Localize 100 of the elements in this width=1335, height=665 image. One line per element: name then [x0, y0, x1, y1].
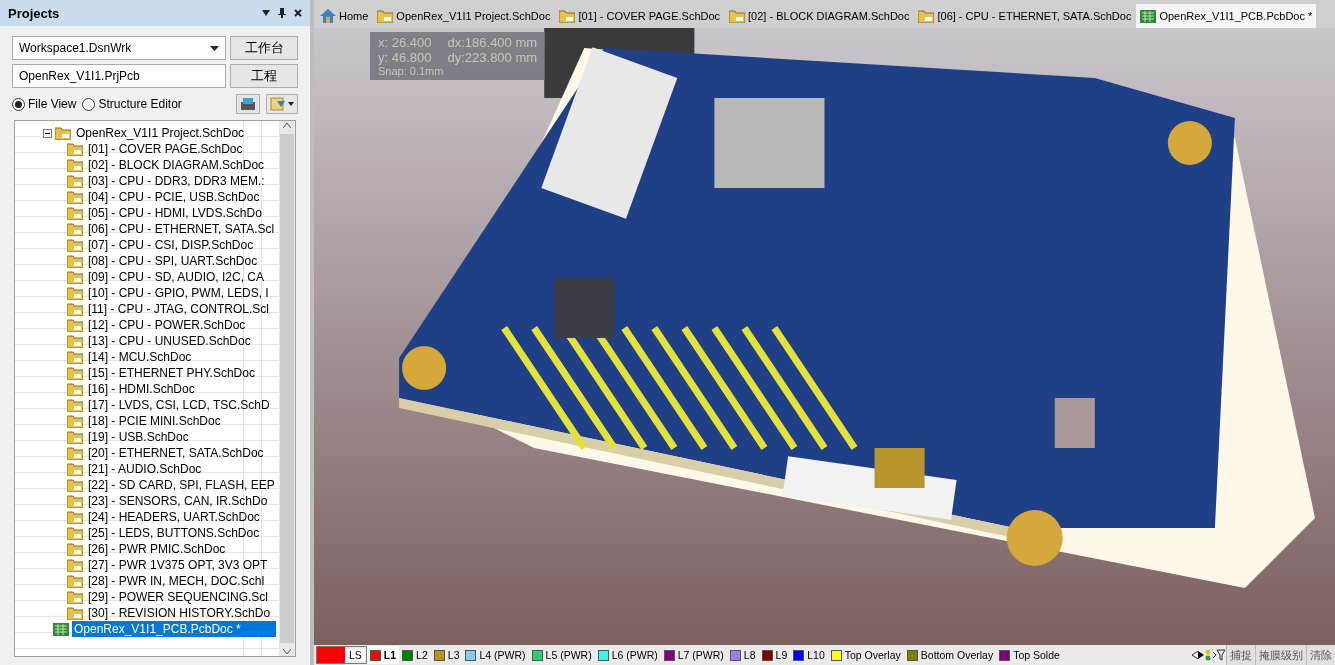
- tree-item[interactable]: [25] - LEDS, BUTTONS.SchDoc: [86, 525, 262, 541]
- tree-item[interactable]: [12] - CPU - POWER.SchDoc: [86, 317, 248, 333]
- folder-icon: [67, 222, 83, 236]
- scroll-down-icon[interactable]: [283, 649, 291, 654]
- document-tab[interactable]: OpenRex_V1I1 Project.SchDoc: [373, 4, 555, 28]
- tree-item[interactable]: [02] - BLOCK DIAGRAM.SchDoc: [86, 157, 267, 173]
- compile-button[interactable]: [236, 94, 260, 114]
- folder-icon: [67, 526, 83, 540]
- filter-icon[interactable]: [1204, 649, 1226, 661]
- layer-action-button[interactable]: 掩膜级别: [1255, 645, 1306, 665]
- folder-icon: [67, 414, 83, 428]
- layer-tab[interactable]: L9: [758, 646, 791, 664]
- scroll-right-icon[interactable]: [1198, 651, 1204, 659]
- pin-icon[interactable]: [278, 8, 286, 18]
- layer-tab[interactable]: L4 (PWR): [462, 646, 529, 664]
- current-layer-swatch[interactable]: LS: [316, 646, 367, 664]
- layer-tab[interactable]: L7 (PWR): [660, 646, 727, 664]
- layer-tab[interactable]: Bottom Overlay: [903, 646, 997, 664]
- tree-item[interactable]: [04] - CPU - PCIE, USB.SchDoc: [86, 189, 262, 205]
- tree-item[interactable]: [19] - USB.SchDoc: [86, 429, 191, 445]
- folder-icon: [67, 270, 83, 284]
- workspace-dropdown[interactable]: Workspace1.DsnWrk: [12, 36, 226, 60]
- folder-icon: [67, 254, 83, 268]
- document-tab[interactable]: [06] - CPU - ETHERNET, SATA.SchDoc: [914, 4, 1136, 28]
- view-radio[interactable]: File View: [12, 97, 77, 111]
- document-tab[interactable]: OpenRex_V1I1_PCB.PcbDoc *: [1136, 4, 1317, 28]
- tree-item[interactable]: [20] - ETHERNET, SATA.SchDoc: [86, 445, 266, 461]
- coordinate-text: dy:223.800 mm: [447, 50, 538, 65]
- document-menu-button[interactable]: [266, 94, 298, 114]
- folder-icon: [67, 174, 83, 188]
- tree-item[interactable]: [05] - CPU - HDMI, LVDS.SchDo: [86, 205, 264, 221]
- tree-item[interactable]: [14] - MCU.SchDoc: [86, 349, 194, 365]
- scroll-up-icon[interactable]: [283, 123, 291, 128]
- folder-icon: [67, 590, 83, 604]
- tree-item[interactable]: [01] - COVER PAGE.SchDoc: [86, 141, 245, 157]
- tree-item[interactable]: [07] - CPU - CSI, DISP.SchDoc: [86, 237, 256, 253]
- folder-icon: [67, 302, 83, 316]
- tree-item[interactable]: [17] - LVDS, CSI, LCD, TSC.SchD: [86, 397, 272, 413]
- layer-tab[interactable]: L6 (PWR): [594, 646, 661, 664]
- layer-tab[interactable]: L8: [726, 646, 759, 664]
- tree-item[interactable]: [11] - CPU - JTAG, CONTROL.Scl: [86, 301, 271, 317]
- folder-icon: [67, 382, 83, 396]
- tree-item[interactable]: OpenRex_V1I1_PCB.PcbDoc *: [72, 621, 276, 637]
- tree-item[interactable]: [24] - HEADERS, UART.SchDoc: [86, 509, 262, 525]
- tree-item[interactable]: [09] - CPU - SD, AUDIO, I2C, CA: [86, 269, 267, 285]
- tree-item[interactable]: [22] - SD CARD, SPI, FLASH, EEP: [86, 477, 277, 493]
- tree-item[interactable]: [26] - PWR PMIC.SchDoc: [86, 541, 228, 557]
- scrollbar[interactable]: [279, 121, 295, 656]
- tree-item[interactable]: [08] - CPU - SPI, UART.SchDoc: [86, 253, 260, 269]
- folder-icon: [67, 398, 83, 412]
- tree-item[interactable]: [23] - SENSORS, CAN, IR.SchDo: [86, 493, 270, 509]
- tree-item[interactable]: [16] - HDMI.SchDoc: [86, 381, 197, 397]
- project-field[interactable]: OpenRex_V1I1.PrjPcb: [12, 64, 226, 88]
- document-tab[interactable]: Home: [316, 4, 373, 28]
- layer-tab[interactable]: Top Overlay: [827, 646, 904, 664]
- collapse-icon[interactable]: [43, 128, 52, 138]
- view-radio[interactable]: Structure Editor: [82, 97, 182, 111]
- folder-icon: [67, 350, 83, 364]
- document-tab[interactable]: [02] - BLOCK DIAGRAM.SchDoc: [725, 4, 914, 28]
- tree-item[interactable]: [13] - CPU - UNUSED.SchDoc: [86, 333, 253, 349]
- dropdown-arrow-icon: [210, 45, 219, 51]
- tree-item[interactable]: [06] - CPU - ETHERNET, SATA.Scl: [86, 221, 277, 237]
- tree-item[interactable]: [27] - PWR 1V375 OPT, 3V3 OPT: [86, 557, 270, 573]
- layer-action-button[interactable]: 捕捉: [1226, 645, 1255, 665]
- folder-icon: [67, 142, 83, 156]
- tree-item[interactable]: [29] - POWER SEQUENCING.Scl: [86, 589, 271, 605]
- tree-item[interactable]: [18] - PCIE MINI.SchDoc: [86, 413, 223, 429]
- folder-icon: [918, 9, 935, 23]
- device-icon: [240, 97, 256, 111]
- layer-action-button[interactable]: 清除: [1306, 645, 1335, 665]
- folder-icon: [67, 190, 83, 204]
- panel-title: Projects: [8, 5, 60, 21]
- coordinate-text: dx:186.400 mm: [447, 35, 538, 50]
- tree-item[interactable]: [28] - PWR IN, MECH, DOC.SchI: [86, 573, 267, 589]
- circuit-board-icon: [1140, 9, 1157, 23]
- tree-item[interactable]: [30] - REVISION HISTORY.SchDo: [86, 605, 273, 621]
- folder-icon: [67, 558, 83, 572]
- dropdown-icon[interactable]: [262, 10, 270, 16]
- tree-item[interactable]: OpenRex_V1I1 Project.SchDoc: [74, 125, 247, 141]
- caret-icon: [288, 102, 294, 106]
- layer-tab[interactable]: L1: [366, 646, 400, 664]
- folder-icon: [67, 542, 83, 556]
- project-button[interactable]: 工程: [230, 64, 298, 88]
- layer-tab[interactable]: L3: [430, 646, 463, 664]
- layer-tab[interactable]: L2: [399, 646, 431, 664]
- document-tab[interactable]: [01] - COVER PAGE.SchDoc: [555, 4, 725, 28]
- folder-icon: [67, 206, 83, 220]
- tree-item[interactable]: [03] - CPU - DDR3, DDR3 MEM.:: [86, 173, 267, 189]
- workspace-button[interactable]: 工作台: [230, 36, 298, 60]
- close-icon[interactable]: [294, 9, 302, 17]
- layer-tab[interactable]: L5 (PWR): [528, 646, 595, 664]
- folder-icon: [67, 494, 83, 508]
- tree-item[interactable]: [10] - CPU - GPIO, PWM, LEDS, I: [86, 285, 271, 301]
- layer-tab[interactable]: L10: [790, 646, 828, 664]
- scroll-left-icon[interactable]: [1192, 651, 1198, 659]
- folder-icon: [67, 478, 83, 492]
- tree-item[interactable]: [15] - ETHERNET PHY.SchDoc: [86, 365, 257, 381]
- tree-item[interactable]: [21] - AUDIO.SchDoc: [86, 461, 204, 477]
- document-icon: [270, 97, 286, 111]
- layer-tab[interactable]: Top Solde: [996, 646, 1063, 664]
